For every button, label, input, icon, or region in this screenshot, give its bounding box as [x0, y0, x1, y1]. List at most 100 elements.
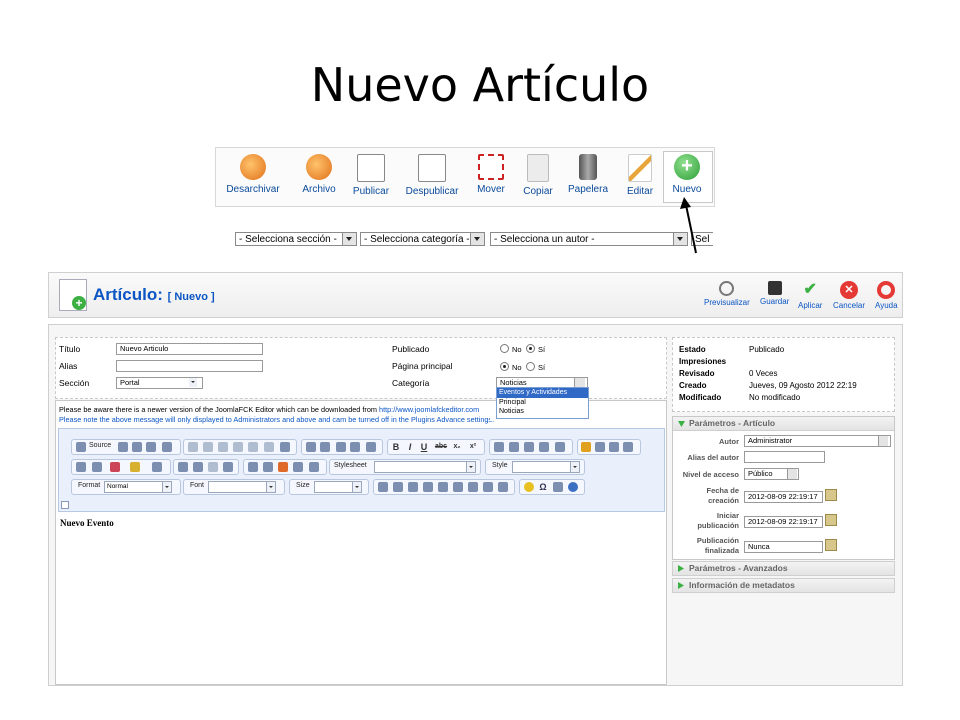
frontpage-yes-radio[interactable]	[526, 362, 535, 371]
editor-content[interactable]: Nuevo Evento	[60, 518, 114, 528]
unordered-list-icon[interactable]	[509, 442, 519, 452]
eraser-icon[interactable]	[152, 462, 162, 472]
page-break-icon[interactable]	[553, 482, 563, 492]
align-center-icon[interactable]	[595, 442, 605, 452]
published-yes-radio[interactable]	[526, 344, 535, 353]
alias-input[interactable]	[116, 360, 263, 372]
copy-text-icon[interactable]	[203, 442, 213, 452]
category-filter[interactable]: - Selecciona categoría -	[360, 232, 485, 246]
select-all-icon[interactable]	[264, 442, 274, 452]
preview-doc-icon[interactable]	[132, 442, 142, 452]
preview-button[interactable]: Previsualizar	[704, 281, 750, 307]
apply-button[interactable]: ✔ Aplicar	[798, 281, 822, 310]
print-icon[interactable]	[162, 442, 172, 452]
category-option[interactable]: Principal	[497, 398, 588, 408]
unlink-icon[interactable]	[193, 462, 203, 472]
source-icon[interactable]	[76, 442, 86, 452]
templates-icon[interactable]	[146, 442, 156, 452]
media-icon[interactable]	[278, 462, 288, 472]
cut-icon[interactable]	[188, 442, 198, 452]
bg-color-icon[interactable]	[130, 462, 140, 472]
calendar-icon[interactable]	[825, 514, 837, 526]
paste-word-icon[interactable]	[248, 442, 258, 452]
align-left-icon[interactable]	[581, 442, 591, 452]
author-select[interactable]: Administrator	[744, 435, 891, 447]
advanced-params-header[interactable]: Parámetros - Avanzados	[672, 561, 895, 576]
insert-anchor-icon[interactable]	[76, 462, 86, 472]
params-header[interactable]: Parámetros - Artículo	[673, 417, 894, 431]
author-filter[interactable]: - Selecciona un autor -	[490, 232, 688, 246]
link-icon[interactable]	[178, 462, 188, 472]
calendar-icon[interactable]	[825, 539, 837, 551]
subscript-icon[interactable]: x₂	[452, 441, 462, 451]
collapse-toolbar-icon[interactable]	[61, 501, 69, 509]
image-icon[interactable]	[248, 462, 258, 472]
save-doc-icon[interactable]	[118, 442, 128, 452]
image-button-icon[interactable]	[483, 482, 493, 492]
published-no-radio[interactable]	[500, 344, 509, 353]
frontpage-no-radio[interactable]	[500, 362, 509, 371]
size-select[interactable]	[314, 481, 362, 493]
anchor-icon[interactable]	[223, 462, 233, 472]
find-icon[interactable]	[336, 442, 346, 452]
horizontal-rule-icon[interactable]	[309, 462, 319, 472]
source-button[interactable]: Source	[89, 442, 111, 449]
radio-icon[interactable]	[408, 482, 418, 492]
section-filter[interactable]: - Selecciona sección -	[235, 232, 357, 246]
blockquote-icon[interactable]	[555, 442, 565, 452]
table-icon[interactable]	[293, 462, 303, 472]
select-field-icon[interactable]	[453, 482, 463, 492]
paste-text-icon[interactable]	[233, 442, 243, 452]
justify-icon[interactable]	[623, 442, 633, 452]
bold-icon[interactable]: B	[391, 441, 401, 452]
spell-icon[interactable]	[92, 462, 102, 472]
cancel-button[interactable]: ✕ Cancelar	[833, 281, 865, 310]
format-select[interactable]: Normal	[104, 481, 172, 493]
textarea-icon[interactable]	[438, 482, 448, 492]
undo-icon[interactable]	[306, 442, 316, 452]
joomlafck-link[interactable]: http://www.joomlafckeditor.com	[379, 405, 479, 414]
author-alias-input[interactable]	[744, 451, 825, 463]
textfield-icon[interactable]	[423, 482, 433, 492]
category-option[interactable]: Noticias	[497, 407, 588, 417]
remove-format-icon[interactable]	[366, 442, 376, 452]
title-input[interactable]: Nuevo Articulo	[116, 343, 263, 355]
align-right-icon[interactable]	[609, 442, 619, 452]
help-button[interactable]: Ayuda	[875, 281, 898, 310]
replace-icon[interactable]	[350, 442, 360, 452]
form-icon[interactable]	[378, 482, 388, 492]
indent-icon[interactable]	[539, 442, 549, 452]
category-option[interactable]: Eventos y Actividades	[497, 388, 588, 398]
text-color-icon[interactable]	[110, 462, 120, 472]
calendar-icon[interactable]	[825, 489, 837, 501]
hidden-field-icon[interactable]	[498, 482, 508, 492]
easy-link-icon[interactable]	[208, 462, 218, 472]
publish-down-input[interactable]: Nunca	[744, 541, 823, 553]
font-select[interactable]	[208, 481, 276, 493]
italic-icon[interactable]: I	[405, 441, 415, 452]
metadata-header[interactable]: Información de metadatos	[672, 578, 895, 593]
flash-icon[interactable]	[263, 462, 273, 472]
paste-icon[interactable]	[218, 442, 228, 452]
strikethrough-icon[interactable]: abc	[433, 441, 449, 451]
section-select[interactable]: Portal	[116, 377, 203, 389]
smiley-icon[interactable]	[524, 482, 534, 492]
created-date-input[interactable]: 2012-08-09 22:19:17	[744, 491, 823, 503]
publish-up-input[interactable]: 2012-08-09 22:19:17	[744, 516, 823, 528]
style-select[interactable]	[512, 461, 580, 473]
unpublish-button[interactable]: Despublicar	[401, 154, 463, 197]
button-field-icon[interactable]	[468, 482, 478, 492]
publish-button[interactable]: Publicar	[340, 154, 402, 197]
spellcheck-icon[interactable]	[280, 442, 290, 452]
outdent-icon[interactable]	[524, 442, 534, 452]
stylesheet-select[interactable]	[374, 461, 476, 473]
redo-icon[interactable]	[320, 442, 330, 452]
about-icon[interactable]	[568, 482, 578, 492]
superscript-icon[interactable]: x²	[468, 441, 478, 451]
underline-icon[interactable]: U	[419, 441, 429, 452]
checkbox-icon[interactable]	[393, 482, 403, 492]
unarchive-button[interactable]: Desarchivar	[222, 154, 284, 195]
new-button[interactable]: + Nuevo	[656, 154, 718, 195]
special-char-icon[interactable]: Ω	[538, 481, 548, 492]
ordered-list-icon[interactable]	[494, 442, 504, 452]
